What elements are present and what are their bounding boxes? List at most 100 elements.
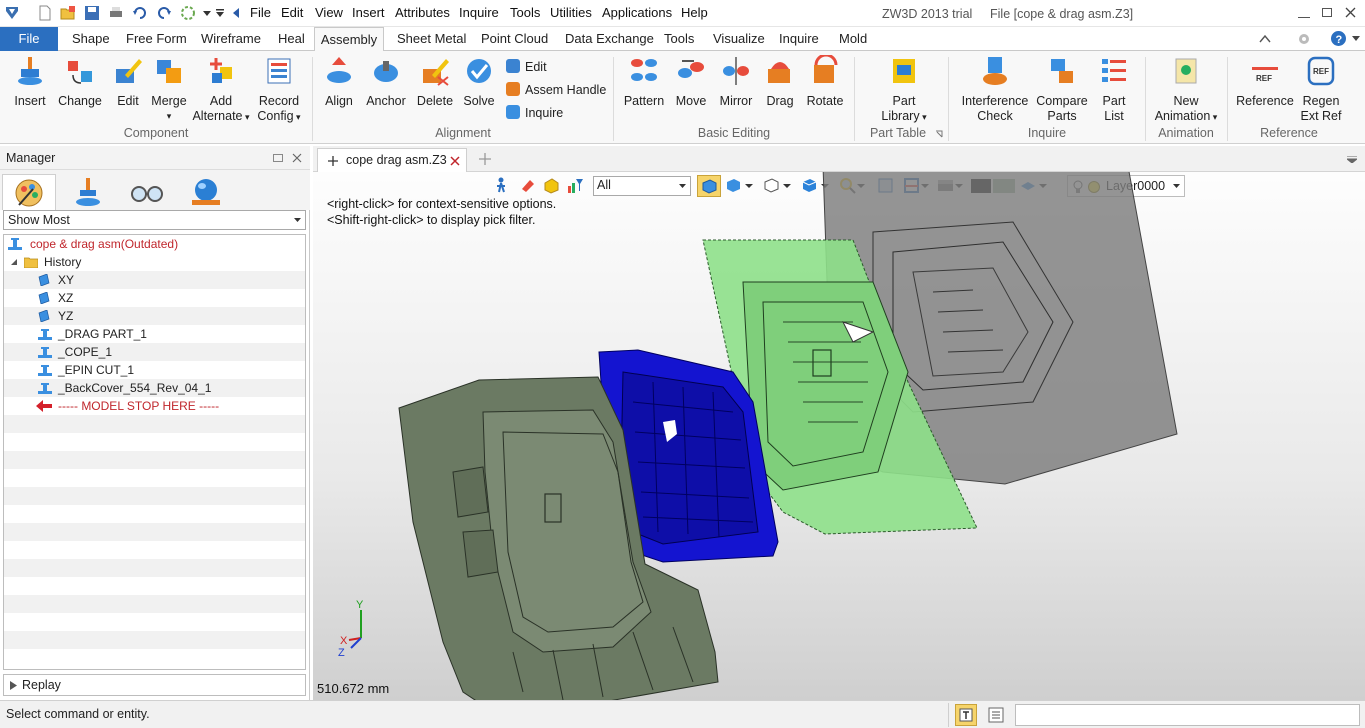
tree-row-backcover[interactable]: _BackCover_554_Rev_04_1 [4, 379, 305, 397]
insert-button[interactable]: Insert [10, 55, 50, 109]
expand-triangle-icon[interactable] [10, 256, 18, 268]
menu-file[interactable]: File [250, 5, 271, 20]
edit-alignment-button[interactable]: Edit [506, 59, 547, 74]
manager-close-icon[interactable] [292, 153, 302, 163]
tab-wireframe[interactable]: Wireframe [201, 31, 261, 46]
record-config-button[interactable]: Record Config ▾ [254, 55, 304, 125]
tree-row-epin-cut[interactable]: _EPIN CUT_1 [4, 361, 305, 379]
compare-parts-button[interactable]: Compare Parts [1034, 55, 1090, 124]
inquire-alignment-button[interactable]: Inquire [506, 105, 563, 120]
manager-float-button[interactable] [273, 154, 283, 162]
regen-icon[interactable] [180, 5, 196, 21]
tab-heal[interactable]: Heal [278, 31, 305, 46]
mirror-button[interactable]: Mirror [714, 55, 758, 109]
edit-component-button[interactable]: Edit [110, 55, 146, 109]
tab-free-form[interactable]: Free Form [126, 31, 187, 46]
menu-applications[interactable]: Applications [602, 5, 672, 20]
anchor-button[interactable]: Anchor [364, 55, 408, 109]
graphics-viewport[interactable]: cope drag asm.Z3 All Layer0000 <right-cl… [313, 146, 1365, 700]
title-bar: File Edit View Insert Attributes Inquire… [0, 0, 1365, 27]
new-animation-button[interactable]: New Animation ▾ [1150, 55, 1222, 125]
help-dropdown-icon[interactable] [1352, 36, 1360, 42]
solve-button[interactable]: Solve [460, 55, 498, 109]
pattern-button[interactable]: Pattern [620, 55, 668, 109]
tab-mold[interactable]: Mold [839, 31, 867, 46]
tab-data-exchange[interactable]: Data Exchange [565, 31, 654, 46]
delete-alignment-button[interactable]: Delete [414, 55, 456, 109]
tab-assembly-manager[interactable] [60, 174, 114, 210]
tab-visualize[interactable]: Visualize [713, 31, 765, 46]
assem-handle-button[interactable]: Assem Handle [506, 82, 606, 97]
new-file-icon[interactable] [37, 5, 53, 21]
restore-button[interactable] [1322, 8, 1332, 17]
save-icon[interactable] [84, 5, 100, 21]
part-library-icon [893, 59, 915, 83]
collapse-ribbon-icon[interactable] [1258, 32, 1272, 46]
tab-point-cloud[interactable]: Point Cloud [481, 31, 548, 46]
open-folder-icon[interactable] [60, 5, 76, 21]
align-button[interactable]: Align [320, 55, 358, 109]
add-alternate-button[interactable]: Add Alternate ▾ [192, 55, 250, 125]
regen-ext-ref-button[interactable]: REF Regen Ext Ref [1298, 55, 1344, 124]
expand-arrow-icon [10, 681, 17, 690]
part-list-button[interactable]: Part List [1094, 55, 1134, 124]
rotate-button[interactable]: Rotate [804, 53, 846, 109]
tab-file[interactable]: File [0, 27, 58, 51]
tree-row-plane-xz[interactable]: XZ [4, 289, 305, 307]
back-arrow-icon[interactable] [228, 5, 244, 21]
part-library-button[interactable]: Part Library ▾ [872, 55, 936, 125]
new-tab-icon[interactable] [479, 153, 491, 165]
tree-row-drag-part[interactable]: _DRAG PART_1 [4, 325, 305, 343]
tab-sheet-metal[interactable]: Sheet Metal [397, 31, 466, 46]
change-button[interactable]: Change [56, 55, 104, 109]
dialog-launcher-icon[interactable] [935, 130, 943, 138]
tab-shape[interactable]: Shape [72, 31, 110, 46]
menu-help[interactable]: Help [681, 5, 708, 20]
menu-view[interactable]: View [315, 5, 343, 20]
menu-attributes[interactable]: Attributes [395, 5, 450, 20]
tree-row-history[interactable]: History [4, 253, 305, 271]
manager-header: Manager [0, 146, 310, 170]
merge-button[interactable]: Merge ▾ [148, 55, 190, 124]
component-icon [38, 347, 52, 358]
tree-row-model-stop[interactable]: ----- MODEL STOP HERE ----- [4, 397, 305, 415]
command-input-field[interactable] [1015, 704, 1360, 726]
replay-bar[interactable]: Replay [3, 674, 306, 696]
message-list-icon[interactable] [988, 707, 1004, 723]
menu-insert[interactable]: Insert [352, 5, 385, 20]
minimize-button[interactable] [1298, 4, 1310, 18]
tab-inquire[interactable]: Inquire [779, 31, 819, 46]
menu-inquire[interactable]: Inquire [459, 5, 499, 20]
redo-icon[interactable] [156, 5, 172, 21]
help-icon[interactable]: ? [1330, 30, 1347, 47]
move-button[interactable]: Move [672, 55, 710, 109]
close-icon[interactable] [1345, 7, 1356, 18]
app-logo-icon[interactable] [4, 5, 20, 21]
customize-arrow-icon[interactable] [212, 5, 228, 21]
model-scene[interactable]: Y X Z [313, 172, 1365, 700]
drag-button[interactable]: Drag [762, 55, 798, 109]
tree-row-root[interactable]: cope & drag asm(Outdated) [4, 235, 305, 253]
tree-row-plane-xy[interactable]: XY [4, 271, 305, 289]
document-tab[interactable]: cope drag asm.Z3 [317, 148, 467, 172]
tab-close-icon[interactable] [450, 156, 460, 166]
menu-tools[interactable]: Tools [510, 5, 540, 20]
show-filter-select[interactable]: Show Most [3, 210, 306, 230]
tab-tools[interactable]: Tools [664, 31, 694, 46]
tab-list-icon[interactable] [1347, 156, 1357, 163]
print-icon[interactable] [108, 5, 124, 21]
interference-check-button[interactable]: Interference Check [958, 55, 1032, 124]
tab-assembly[interactable]: Assembly [314, 27, 384, 52]
tree-row-plane-yz[interactable]: YZ [4, 307, 305, 325]
tree-row-cope[interactable]: _COPE_1 [4, 343, 305, 361]
reference-button[interactable]: REF Reference [1234, 55, 1296, 109]
menu-utilities[interactable]: Utilities [550, 5, 592, 20]
datum-plane-icon [38, 274, 50, 286]
undo-icon[interactable] [132, 5, 148, 21]
tab-render-manager[interactable] [180, 174, 234, 210]
tab-history[interactable] [2, 174, 56, 210]
command-input-toggle[interactable] [955, 704, 977, 726]
settings-icon[interactable] [1296, 31, 1312, 47]
menu-edit[interactable]: Edit [281, 5, 303, 20]
tab-view-manager[interactable] [120, 174, 174, 210]
